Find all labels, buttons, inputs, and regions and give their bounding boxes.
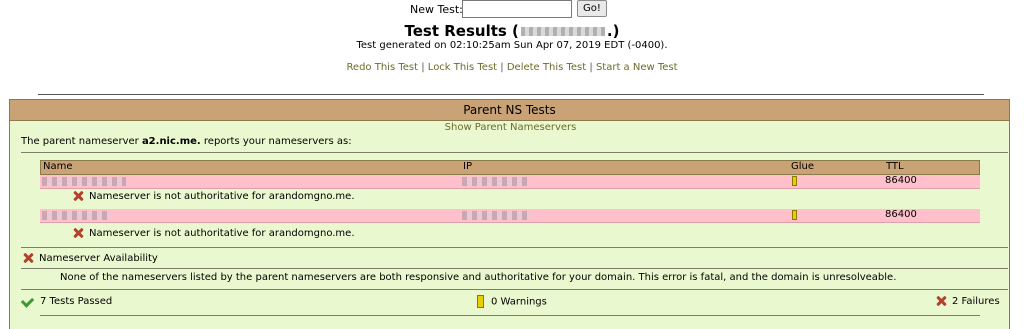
availability-label: Nameserver Availability	[39, 253, 158, 264]
parent-report-text: The parent nameserver a2.nic.me. reports…	[21, 136, 352, 147]
table-header: Name IP Glue TTL	[40, 160, 980, 175]
nameserver-table: Name IP Glue TTL 86400	[40, 160, 980, 189]
redacted-domain	[520, 27, 605, 36]
generated-timestamp: Test generated on 02:10:25am Sun Apr 07,…	[356, 40, 668, 51]
ns-error-text: Nameserver is not authoritative for aran…	[89, 228, 355, 239]
divider	[40, 315, 980, 316]
warning-icon	[477, 295, 484, 308]
fail-icon	[72, 227, 84, 239]
col-glue: Glue	[791, 161, 815, 172]
fail-icon	[22, 252, 34, 264]
col-ttl: TTL	[886, 161, 904, 172]
parent-ns-tests-panel: Parent NS Tests Show Parent Nameservers …	[9, 99, 1010, 329]
link-separator: |	[421, 62, 425, 73]
lock-test-link[interactable]: Lock This Test	[428, 62, 497, 73]
report-prefix: The parent nameserver	[21, 136, 142, 147]
summary-warnings: 0 Warnings	[477, 295, 547, 308]
ns-error: Nameserver is not authoritative for aran…	[72, 227, 355, 239]
ns-error: Nameserver is not authoritative for aran…	[72, 190, 355, 202]
warnings-count: 0 Warnings	[491, 296, 547, 308]
report-suffix: reports your nameservers as:	[200, 136, 352, 147]
new-test-label: New Test:	[410, 3, 463, 16]
link-separator: |	[589, 62, 593, 73]
summary-passed: 7 Tests Passed	[20, 294, 113, 308]
action-links: Redo This Test | Lock This Test | Delete…	[0, 62, 1024, 73]
title-prefix: Test Results (	[404, 22, 519, 40]
redacted-ip	[462, 209, 530, 223]
glue-icon	[792, 176, 797, 189]
divider	[21, 268, 1008, 269]
redacted-name	[42, 175, 126, 189]
show-parent-nameservers-link[interactable]: Show Parent Nameservers	[10, 122, 1011, 133]
failures-count: 2 Failures	[952, 296, 1000, 307]
summary-failures: 2 Failures	[935, 295, 1000, 307]
parent-nameserver: a2.nic.me.	[141, 136, 201, 147]
fail-icon	[72, 190, 84, 202]
availability-message: None of the nameservers listed by the pa…	[60, 272, 897, 283]
redacted-name	[42, 209, 110, 223]
availability-heading: Nameserver Availability	[22, 252, 158, 264]
new-test-bar: New Test: Go!	[0, 0, 1024, 18]
divider	[21, 152, 1008, 153]
redacted-ip	[462, 175, 528, 189]
divider	[38, 94, 984, 95]
glue-icon	[792, 210, 797, 223]
redo-test-link[interactable]: Redo This Test	[346, 62, 418, 73]
panel-title: Parent NS Tests	[10, 100, 1009, 121]
page-title: Test Results (.)	[0, 22, 1024, 40]
delete-test-link[interactable]: Delete This Test	[507, 62, 586, 73]
divider	[21, 247, 1008, 248]
fail-icon	[935, 295, 947, 307]
table-row: 86400	[40, 175, 980, 189]
divider	[21, 289, 1008, 290]
ns-error-text: Nameserver is not authoritative for aran…	[89, 191, 355, 202]
passed-count: 7 Tests Passed	[40, 296, 113, 307]
start-new-test-link[interactable]: Start a New Test	[596, 62, 678, 73]
go-button[interactable]: Go!	[577, 0, 607, 17]
col-name: Name	[43, 161, 73, 172]
col-ip: IP	[463, 161, 472, 172]
ttl-value: 86400	[885, 209, 917, 220]
title-suffix: .)	[606, 22, 620, 40]
ttl-value: 86400	[885, 175, 917, 186]
check-icon	[20, 294, 35, 308]
table-row: 86400	[40, 209, 980, 223]
new-test-input[interactable]	[462, 0, 572, 18]
link-separator: |	[500, 62, 504, 73]
